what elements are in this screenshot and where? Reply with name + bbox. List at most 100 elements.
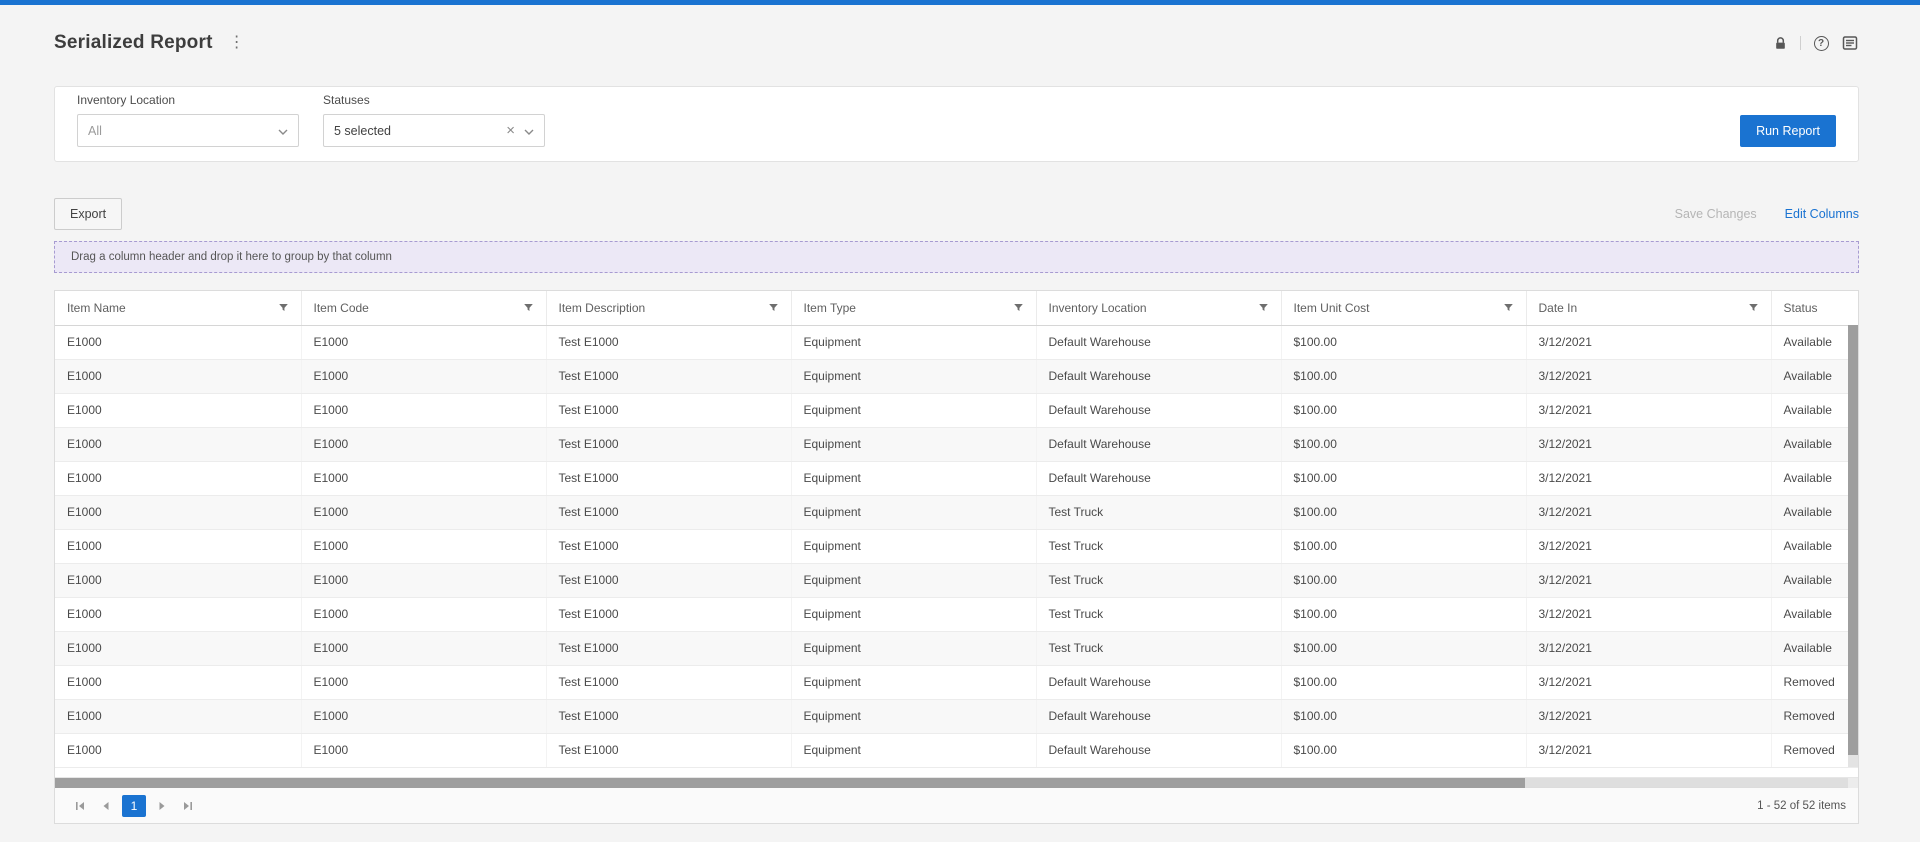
table-cell: Equipment <box>791 393 1037 428</box>
table-row[interactable]: E1000 E1000 Test E1000 Equipment Test Truck $… <box>55 597 1858 632</box>
table-cell: E1000 <box>55 529 302 564</box>
table-cell: Removed <box>1770 665 1858 700</box>
table-cell: $100.00 <box>1281 461 1527 496</box>
table-cell: E1000 <box>55 665 302 700</box>
filter-icon[interactable] <box>762 302 779 313</box>
table-row[interactable]: E1000 E1000 Test E1000 Equipment Default War… <box>55 393 1858 428</box>
horizontal-scrollbar[interactable] <box>55 777 1858 788</box>
table-cell: Default Warehouse <box>1036 699 1282 734</box>
table-cell: Equipment <box>791 631 1037 666</box>
toolbar-row: Export Save Changes Edit Columns <box>54 197 1859 230</box>
previous-page-button[interactable] <box>93 795 119 817</box>
table-cell: Equipment <box>791 529 1037 564</box>
help-icon[interactable]: ? <box>1812 34 1830 52</box>
table-cell: $100.00 <box>1281 733 1527 768</box>
filter-icon[interactable] <box>517 302 534 313</box>
table-row[interactable]: E1000 E1000 Test E1000 Equipment Test Truck $… <box>55 529 1858 564</box>
table-cell: $100.00 <box>1281 427 1527 462</box>
inventory-location-dropdown[interactable]: All <box>77 114 299 147</box>
column-header-item-description[interactable]: Item Description <box>546 291 792 326</box>
grid-scroll-area: Item Name Item Code Item Description Item T… <box>55 291 1858 777</box>
table-cell: Removed <box>1770 733 1858 768</box>
table-cell: Test E1000 <box>546 393 792 428</box>
table-cell: Test Truck <box>1036 563 1282 598</box>
table-cell: Default Warehouse <box>1036 427 1282 462</box>
table-row[interactable]: E1000 E1000 Test E1000 Equipment Test Truck $… <box>55 563 1858 598</box>
filter-icon[interactable] <box>272 302 289 313</box>
table-cell: E1000 <box>55 699 302 734</box>
group-by-drop-zone[interactable]: Drag a column header and drop it here to… <box>54 241 1859 273</box>
inventory-location-label: Inventory Location <box>77 93 176 107</box>
table-row[interactable]: E1000 E1000 Test E1000 Equipment Default War… <box>55 461 1858 496</box>
save-changes-button[interactable]: Save Changes <box>1675 207 1757 221</box>
column-header-item-type[interactable]: Item Type <box>791 291 1037 326</box>
run-report-button[interactable]: Run Report <box>1740 115 1836 147</box>
vertical-scrollbar[interactable] <box>1848 325 1858 767</box>
table-cell: Available <box>1770 461 1858 496</box>
column-header-item-unit-cost[interactable]: Item Unit Cost <box>1281 291 1527 326</box>
table-row[interactable]: E1000 E1000 Test E1000 Equipment Default War… <box>55 699 1858 734</box>
clear-selection-icon[interactable]: × <box>506 123 515 138</box>
table-cell: 3/12/2021 <box>1526 529 1772 564</box>
next-page-button[interactable] <box>149 795 175 817</box>
table-cell: Test E1000 <box>546 495 792 530</box>
last-page-button[interactable] <box>175 795 201 817</box>
table-row[interactable]: E1000 E1000 Test E1000 Equipment Default War… <box>55 427 1858 462</box>
table-cell: E1000 <box>55 563 302 598</box>
column-header-item-name[interactable]: Item Name <box>55 291 302 326</box>
table-cell: Equipment <box>791 699 1037 734</box>
table-cell: $100.00 <box>1281 359 1527 394</box>
table-cell: Test E1000 <box>546 325 792 360</box>
filter-icon[interactable] <box>1007 302 1024 313</box>
edit-columns-link[interactable]: Edit Columns <box>1785 207 1859 221</box>
table-cell: 3/12/2021 <box>1526 563 1772 598</box>
table-cell: E1000 <box>55 733 302 768</box>
vertical-scrollbar-thumb[interactable] <box>1848 325 1858 755</box>
list-icon[interactable] <box>1841 34 1859 52</box>
lock-icon[interactable] <box>1771 34 1789 52</box>
statuses-multiselect[interactable]: 5 selected × <box>323 114 545 147</box>
column-header-label: Item Code <box>313 300 369 315</box>
table-cell: $100.00 <box>1281 665 1527 700</box>
kebab-menu-icon[interactable]: ⋮ <box>229 35 245 51</box>
filter-card: Inventory Location All Statuses 5 select… <box>54 86 1859 162</box>
export-button[interactable]: Export <box>54 197 123 230</box>
data-grid: Item Name Item Code Item Description Item T… <box>54 290 1859 824</box>
filter-icon[interactable] <box>1252 302 1269 313</box>
column-header-label: Item Type <box>803 300 856 315</box>
column-header-item-code[interactable]: Item Code <box>301 291 547 326</box>
table-cell: $100.00 <box>1281 393 1527 428</box>
table-row[interactable]: E1000 E1000 Test E1000 Equipment Default War… <box>55 665 1858 700</box>
table-cell: Test E1000 <box>546 461 792 496</box>
filter-icon[interactable] <box>1497 302 1514 313</box>
column-header-label: Status <box>1783 300 1818 315</box>
table-cell: 3/12/2021 <box>1526 495 1772 530</box>
table-row[interactable]: E1000 E1000 Test E1000 Equipment Test Truck $… <box>55 495 1858 530</box>
table-cell: Available <box>1770 495 1858 530</box>
table-cell: Test Truck <box>1036 597 1282 632</box>
table-cell: Test E1000 <box>546 597 792 632</box>
table-cell: E1000 <box>301 461 547 496</box>
table-cell: $100.00 <box>1281 699 1527 734</box>
first-page-button[interactable] <box>67 795 93 817</box>
column-header-date-in[interactable]: Date In <box>1526 291 1772 326</box>
table-row[interactable]: E1000 E1000 Test E1000 Equipment Default War… <box>55 733 1858 768</box>
title-icons: ? <box>1771 34 1859 52</box>
filter-icon[interactable] <box>1742 302 1759 313</box>
table-row[interactable]: E1000 E1000 Test E1000 Equipment Default War… <box>55 359 1858 394</box>
table-cell: $100.00 <box>1281 325 1527 360</box>
table-cell: $100.00 <box>1281 563 1527 598</box>
page-number-button[interactable]: 1 <box>122 794 146 817</box>
column-header-status[interactable]: Status <box>1770 291 1858 326</box>
table-cell: 3/12/2021 <box>1526 393 1772 428</box>
table-row[interactable]: E1000 E1000 Test E1000 Equipment Default War… <box>55 325 1858 360</box>
title-row: Serialized Report ⋮ ? <box>54 29 1859 57</box>
table-cell: 3/12/2021 <box>1526 631 1772 666</box>
table-cell: Equipment <box>791 733 1037 768</box>
column-header-inventory-location[interactable]: Inventory Location <box>1036 291 1282 326</box>
table-row[interactable]: E1000 E1000 Test E1000 Equipment Test Truck $… <box>55 631 1858 666</box>
column-header-label: Inventory Location <box>1048 300 1147 315</box>
horizontal-scrollbar-thumb[interactable] <box>55 778 1525 788</box>
table-cell: Available <box>1770 325 1858 360</box>
table-cell: Equipment <box>791 461 1037 496</box>
